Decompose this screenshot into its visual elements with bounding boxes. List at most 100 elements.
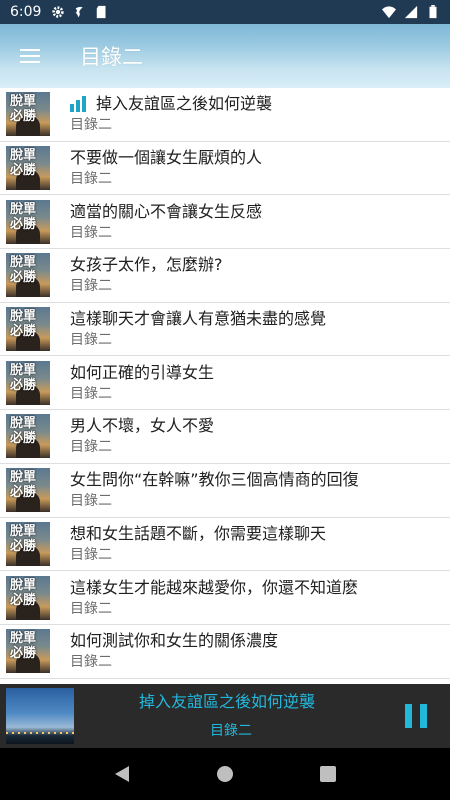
- item-text: 想和女生話題不斷，你需要這樣聊天 目錄二: [70, 524, 326, 564]
- item-text: 適當的關心不會讓女生反感 目錄二: [70, 202, 262, 242]
- system-nav-bar: [0, 748, 450, 800]
- app-bar: 目錄二: [0, 24, 450, 88]
- item-text: 這樣聊天才會讓人有意猶未盡的感覺 目錄二: [70, 309, 326, 349]
- mini-player[interactable]: 掉入友誼區之後如何逆襲 目錄二: [0, 684, 450, 748]
- signal-icon: [404, 5, 418, 19]
- nav-recents-button[interactable]: [308, 754, 348, 794]
- pause-icon: [405, 704, 427, 728]
- item-thumbnail: 脫單 必勝: [6, 253, 50, 298]
- item-text: 這樣女生才能越來越愛你，你還不知道麽 目錄二: [70, 578, 358, 618]
- thumbnail-caption: 脫單 必勝: [10, 470, 37, 501]
- thumbnail-caption: 脫單 必勝: [10, 416, 37, 447]
- item-text: 男人不壞，女人不愛 目錄二: [70, 416, 214, 456]
- item-subtitle: 目錄二: [70, 224, 112, 241]
- thumbnail-caption: 脫單 必勝: [10, 523, 37, 554]
- item-thumbnail: 脫單 必勝: [6, 146, 50, 191]
- list-item[interactable]: 脫單 必勝 如何測試你和女生的關係濃度 目錄二: [0, 625, 450, 679]
- item-thumbnail: 脫單 必勝: [6, 629, 50, 674]
- item-subtitle: 目錄二: [70, 332, 112, 349]
- player-subtitle: 目錄二: [210, 723, 252, 739]
- list-item[interactable]: 脫單 必勝 如何正確的引導女生 目錄二: [0, 356, 450, 411]
- item-text: 如何測試你和女生的關係濃度 目錄二: [70, 631, 278, 671]
- nav-back-button[interactable]: [102, 754, 142, 794]
- item-title-row: 這樣女生才能越來越愛你，你還不知道麽: [70, 578, 358, 598]
- item-title: 想和女生話題不斷，你需要這樣聊天: [70, 523, 327, 543]
- item-title-row: 如何測試你和女生的關係濃度: [70, 631, 278, 651]
- item-title: 不要做一個讓女生厭煩的人: [70, 148, 263, 168]
- list-item[interactable]: 脫單 必勝 女孩子太作，怎麼辦? 目錄二: [0, 249, 450, 303]
- item-thumbnail: 脫單 必勝: [6, 199, 50, 244]
- now-playing-icon: [70, 96, 90, 113]
- thumbnail-caption: 脫單 必勝: [10, 201, 37, 232]
- item-title: 如何測試你和女生的關係濃度: [70, 631, 279, 651]
- page-title: 目錄二: [80, 45, 143, 69]
- item-text: 如何正確的引導女生 目錄二: [70, 363, 214, 403]
- chapter-list[interactable]: 脫單 必勝 掉入友誼區之後如何逆襲 目錄二 脫單 必勝 不要做一個讓女生厭煩的人 目錄二脫…: [0, 88, 450, 684]
- list-item[interactable]: 脫單 必勝 適當的關心不會讓女生反感 目錄二: [0, 195, 450, 250]
- menu-button[interactable]: [0, 24, 60, 88]
- player-title: 掉入友誼區之後如何逆襲: [138, 692, 315, 711]
- item-subtitle: 目錄二: [70, 493, 112, 510]
- item-subtitle: 目錄二: [70, 600, 112, 617]
- item-thumbnail: 脫單 必勝: [6, 307, 50, 352]
- item-subtitle: 目錄二: [70, 385, 112, 402]
- item-title-row: 想和女生話題不斷，你需要這樣聊天: [70, 524, 326, 544]
- thumbnail-caption: 脫單 必勝: [10, 309, 37, 340]
- list-item[interactable]: 脫單 必勝 掉入友誼區之後如何逆襲目錄二: [0, 88, 450, 142]
- item-title: 掉入友誼區之後如何逆襲: [96, 94, 273, 114]
- nav-home-button[interactable]: [205, 754, 245, 794]
- item-thumbnail: 脫單 必勝: [6, 468, 50, 513]
- list-item[interactable]: 脫單 必勝 不要做一個讓女生厭煩的人 目錄二: [0, 142, 450, 196]
- item-title-row: 適當的關心不會讓女生反感: [70, 202, 262, 222]
- list-item[interactable]: 脫單 必勝 想和女生話題不斷，你需要這樣聊天 目錄二: [0, 518, 450, 572]
- gear-icon: [52, 6, 65, 18]
- item-title: 女孩子太作，怎麼辦?: [70, 255, 223, 275]
- list-item[interactable]: 脫單 必勝 這樣女生才能越來越愛你，你還不知道麽 目錄二: [0, 571, 450, 625]
- item-subtitle: 目錄二: [70, 278, 112, 295]
- thumbnail-caption: 脫單 必勝: [10, 631, 37, 662]
- thumbnail-caption: 脫單 必勝: [10, 577, 37, 608]
- recents-icon: [320, 766, 337, 782]
- item-subtitle: 目錄二: [70, 439, 112, 456]
- item-title-row: 女孩子太作，怎麼辦?: [70, 255, 223, 275]
- sd-card-icon: [97, 5, 106, 19]
- item-title: 男人不壞，女人不愛: [70, 416, 215, 436]
- item-title: 這樣聊天才會讓人有意猶未盡的感覺: [70, 309, 327, 329]
- list-item[interactable]: 脫單 必勝 女生問你“在幹嘛”教你三個高情商的回復 目錄二: [0, 464, 450, 518]
- item-thumbnail: 脫單 必勝: [6, 414, 50, 459]
- list-item[interactable]: 脫單 必勝 男人不壞，女人不愛 目錄二: [0, 410, 450, 464]
- thumbnail-caption: 脫單 必勝: [10, 148, 37, 179]
- item-text: 不要做一個讓女生厭煩的人 目錄二: [70, 148, 262, 188]
- item-text: 女孩子太作，怎麼辦? 目錄二: [70, 255, 223, 295]
- item-text: 女生問你“在幹嘛”教你三個高情商的回復 目錄二: [70, 470, 359, 510]
- item-title: 女生問你“在幹嘛”教你三個高情商的回復: [70, 470, 359, 490]
- item-thumbnail: 脫單 必勝: [6, 521, 50, 566]
- hamburger-menu-icon: [20, 49, 40, 63]
- item-thumbnail: 脫單 必勝: [6, 92, 50, 137]
- item-thumbnail: 脫單 必勝: [6, 360, 50, 405]
- item-title: 這樣女生才能越來越愛你，你還不知道麽: [70, 577, 359, 597]
- thumbnail-caption: 脫單 必勝: [10, 362, 37, 393]
- item-title-row: 這樣聊天才會讓人有意猶未盡的感覺: [70, 309, 326, 329]
- item-text: 掉入友誼區之後如何逆襲目錄二: [70, 94, 272, 134]
- status-bar: 6:09: [0, 0, 450, 24]
- fan-icon: [76, 6, 84, 18]
- item-subtitle: 目錄二: [70, 117, 112, 134]
- pause-button[interactable]: [388, 688, 444, 744]
- item-title-row: 女生問你“在幹嘛”教你三個高情商的回復: [70, 470, 359, 490]
- back-icon: [114, 766, 129, 782]
- item-title-row: 不要做一個讓女生厭煩的人: [70, 148, 262, 168]
- player-info[interactable]: 掉入友誼區之後如何逆襲 目錄二: [74, 691, 388, 741]
- item-title-row: 掉入友誼區之後如何逆襲: [70, 94, 272, 114]
- list-item[interactable]: 脫單 必勝 這樣聊天才會讓人有意猶未盡的感覺 目錄二: [0, 303, 450, 357]
- home-icon: [216, 766, 233, 782]
- thumbnail-caption: 脫單 必勝: [10, 94, 37, 125]
- status-time: 6:09: [10, 4, 42, 20]
- item-title-row: 男人不壞，女人不愛: [70, 416, 214, 436]
- item-title-row: 如何正確的引導女生: [70, 363, 214, 383]
- item-subtitle: 目錄二: [70, 654, 112, 671]
- player-artwork: [6, 688, 74, 744]
- item-subtitle: 目錄二: [70, 546, 112, 563]
- wifi-icon: [382, 6, 396, 19]
- item-subtitle: 目錄二: [70, 171, 112, 188]
